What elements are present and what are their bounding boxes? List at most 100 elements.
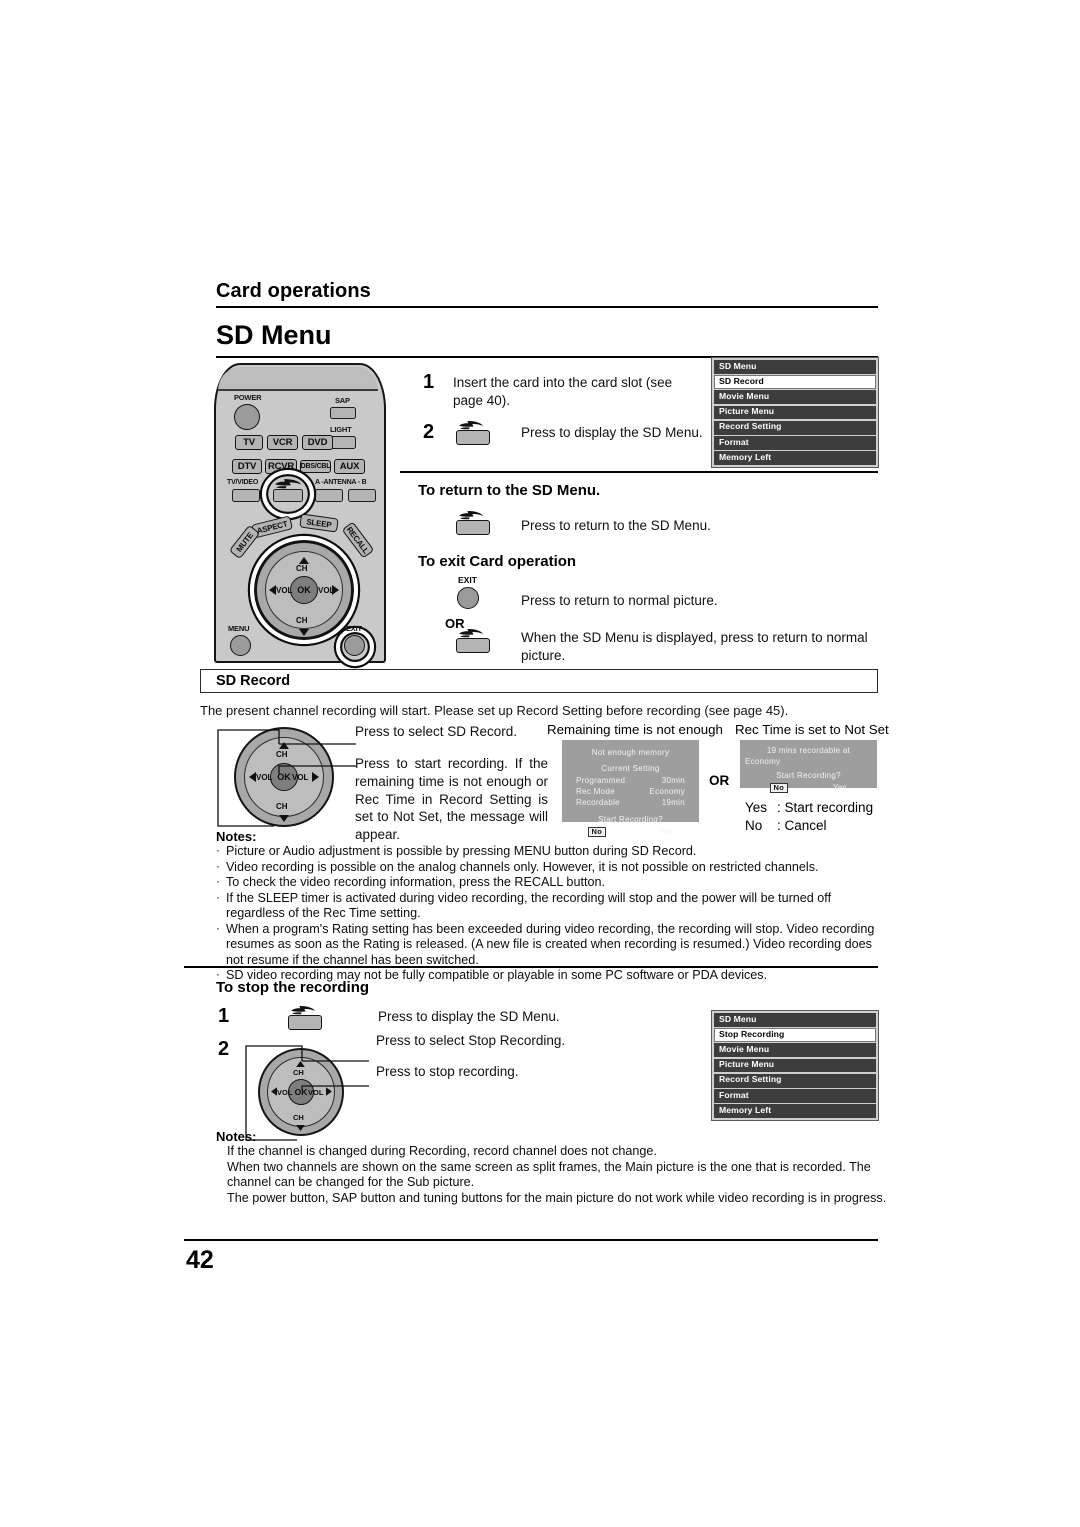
light-button[interactable]	[330, 436, 356, 449]
running-head: Card operations	[216, 280, 371, 302]
stop-recording-osd: SD Menu Stop Recording Movie Menu Pictur…	[711, 1010, 879, 1121]
stop-section-heading: To stop the recording	[216, 979, 370, 996]
sd-card-button[interactable]	[288, 1015, 322, 1030]
antenna-b-button[interactable]	[348, 489, 376, 502]
vol-left-arrow-icon	[269, 585, 276, 595]
callout-stop-recording: Press to stop recording.	[376, 1064, 519, 1079]
osd-item-format[interactable]: Format	[714, 1089, 876, 1103]
sd-card-button[interactable]	[456, 430, 490, 445]
note-item: The power button, SAP button and tuning …	[227, 1190, 887, 1205]
remote-top-bezel	[218, 367, 378, 391]
dialog-row-rec-mode: Rec Mode Economy	[576, 787, 685, 797]
step-2-number: 2	[423, 421, 435, 443]
sd-card-button[interactable]	[456, 638, 490, 653]
yes-button[interactable]: Yes	[833, 782, 847, 793]
leader-lines-record	[217, 729, 356, 827]
dialog-line1: 19 mins recordable at	[766, 746, 851, 755]
exit-section-instruction: Press to return to normal picture.	[521, 593, 718, 608]
sd-menu-osd: SD Menu SD Record Movie Menu Picture Men…	[711, 357, 879, 468]
dialog-subtitle: Current Setting	[601, 764, 660, 774]
menu-button[interactable]	[230, 635, 251, 656]
dvd-button[interactable]: DVD	[302, 435, 333, 450]
ch-down-arrow-icon	[299, 629, 309, 636]
no-button[interactable]: No	[770, 782, 788, 793]
note-item: · To check the video recording informatio…	[216, 874, 605, 890]
dialog-not-enough-memory: Not enough memory Current Setting Progra…	[562, 740, 699, 837]
osd-item-format[interactable]: Format	[714, 436, 876, 450]
sd-card-button[interactable]	[456, 520, 490, 535]
light-label: LIGHT	[330, 425, 352, 434]
sd-card-logo-icon	[291, 1006, 315, 1015]
sd-card-logo-icon	[459, 511, 483, 520]
osd-item-record-setting[interactable]: Record Setting	[714, 1073, 876, 1088]
sd-card-logo-icon	[459, 421, 483, 430]
osd-item-movie-menu[interactable]: Movie Menu	[714, 390, 876, 405]
exit-section-sd-instruction: When the SD Menu is displayed, press to …	[521, 630, 868, 663]
notes-1-heading: Notes:	[216, 829, 257, 844]
osd-item-memory-left[interactable]: Memory Left	[714, 1104, 876, 1118]
divider-above-return-section	[400, 471, 878, 473]
divider-above-stop-section	[184, 966, 878, 969]
osd-item-sd-menu: SD Menu	[714, 360, 876, 374]
dbs-cbl-button[interactable]: DBS/CBL	[300, 460, 331, 473]
no-button[interactable]: No	[588, 826, 606, 837]
callout-select-sd-record: Press to select SD Record.	[355, 724, 518, 739]
tv-video-button[interactable]	[232, 489, 260, 502]
return-section-heading: To return to the SD Menu.	[418, 482, 601, 499]
legend-no: No: Cancel	[745, 818, 827, 833]
aux-button[interactable]: AUX	[334, 459, 365, 474]
exit-section-heading: To exit Card operation	[418, 553, 577, 570]
ch-up-arrow-icon	[299, 557, 309, 564]
stop-step-2-text: Press to select Stop Recording.	[376, 1033, 566, 1048]
tv-button[interactable]: TV	[235, 435, 263, 450]
osd-item-picture-menu[interactable]: Picture Menu	[714, 405, 876, 420]
menu-label: MENU	[228, 624, 250, 633]
dialog-rec-time-not-set: 19 mins recordable at Economy Start Reco…	[740, 740, 877, 793]
dialog-prompt: Start Recording?	[776, 770, 841, 780]
return-section-instruction: Press to return to the SD Menu.	[521, 518, 711, 533]
leader-lines-stop	[245, 1045, 369, 1141]
osd-item-record-setting[interactable]: Record Setting	[714, 420, 876, 435]
osd-item-sd-menu: SD Menu	[714, 1013, 876, 1027]
dialog-row-programmed: Programmed 30min	[576, 775, 685, 785]
sd-record-section-title: SD Record	[216, 673, 291, 689]
sd-record-intro: The present channel recording will start…	[200, 703, 789, 718]
exit-button[interactable]	[344, 635, 365, 656]
vcr-button[interactable]: VCR	[267, 435, 298, 450]
notes-2-list: If the channel is changed during Recordi…	[216, 1144, 892, 1206]
yes-button[interactable]: Yes	[659, 826, 673, 837]
power-label: POWER	[234, 393, 262, 402]
dialog-left-caption: Remaining time is not enough	[547, 722, 723, 737]
ok-button[interactable]: OK	[290, 576, 318, 604]
step-1-text: Insert the card into the card slot (see …	[453, 375, 673, 408]
ch-down-label: CH	[296, 616, 308, 625]
vol-up-label: VOL	[318, 586, 335, 595]
osd-item-sd-record[interactable]: SD Record	[714, 375, 876, 389]
osd-item-movie-menu[interactable]: Movie Menu	[714, 1043, 876, 1058]
ch-up-label: CH	[296, 564, 308, 573]
page-title: SD Menu	[216, 320, 332, 350]
dialog-prompt: Start Recording?	[598, 814, 663, 824]
exit-button[interactable]	[457, 587, 479, 609]
page-number: 42	[186, 1246, 214, 1274]
sap-button[interactable]	[330, 407, 356, 419]
antenna-a-button[interactable]	[315, 489, 343, 502]
power-button[interactable]	[234, 404, 260, 430]
osd-item-picture-menu[interactable]: Picture Menu	[714, 1058, 876, 1073]
dtv-button[interactable]: DTV	[232, 459, 262, 474]
note-item: · Video recording is possible on the anal…	[216, 858, 819, 874]
sd-card-button[interactable]	[273, 489, 303, 502]
osd-item-stop-recording[interactable]: Stop Recording	[714, 1028, 876, 1042]
osd-item-memory-left[interactable]: Memory Left	[714, 451, 876, 465]
manual-page: Card operations SD Menu POWER SAP LIGHT …	[0, 0, 1080, 1527]
note-item: When two channels are shown on the same …	[227, 1159, 871, 1190]
note-item: · When a program's Rating setting has bee…	[216, 920, 875, 967]
callout-start-recording: Press to start recording. If the remaini…	[355, 756, 548, 843]
dialog-line2: Economy	[745, 757, 781, 767]
sd-card-logo-icon	[275, 479, 301, 489]
stop-step-1-number: 1	[218, 1005, 230, 1027]
stop-step-1-text: Press to display the SD Menu.	[378, 1009, 560, 1024]
exit-label: EXIT	[346, 624, 362, 633]
divider-above-page-number	[184, 1239, 878, 1242]
sap-label: SAP	[335, 396, 350, 405]
